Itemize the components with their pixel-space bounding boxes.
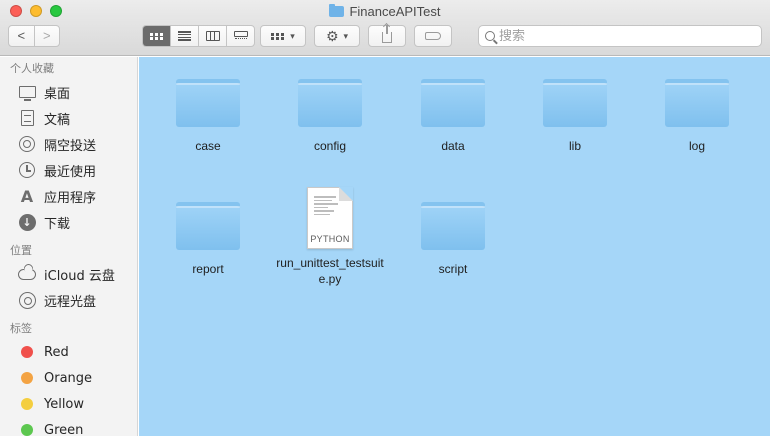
chevron-down-icon: ▾	[290, 30, 295, 41]
python-file-icon: PYTHON	[307, 187, 353, 249]
yellow-tag-dot	[21, 398, 33, 410]
file-name: lib	[568, 139, 581, 153]
sidebar-section-favorites: 个人收藏	[10, 62, 54, 75]
file-name: case	[195, 139, 221, 153]
list-view-icon	[178, 31, 191, 41]
file-name: data	[441, 139, 465, 153]
file-item-run-unittest-testsuite[interactable]: PYTHON run_unittest_testsuite.py	[267, 187, 393, 287]
green-tag-dot	[21, 424, 33, 436]
sidebar-item-documents[interactable]: 文稿	[0, 105, 137, 131]
sidebar-item-label: 桌面	[44, 86, 71, 102]
sidebar-item-label: 隔空投送	[44, 138, 97, 154]
search-input[interactable]	[499, 28, 739, 44]
disc-icon	[18, 291, 36, 309]
column-view-button[interactable]	[198, 26, 226, 46]
forward-button[interactable]: >	[35, 26, 60, 46]
python-badge: PYTHON	[310, 234, 350, 244]
sidebar: 个人收藏 桌面 文稿 隔空投送 最近使用 A 应用程序 ↓ 下载 位置 iClo…	[0, 57, 138, 436]
sidebar-item-recents[interactable]: 最近使用	[0, 157, 137, 183]
gear-icon: ⚙	[325, 27, 339, 44]
desktop-icon	[18, 86, 36, 101]
file-item-script[interactable]: script	[395, 202, 511, 277]
cloud-icon	[18, 268, 36, 280]
folder-icon	[543, 79, 607, 127]
sidebar-item-applications[interactable]: A 应用程序	[0, 183, 137, 209]
file-item-data[interactable]: data	[395, 79, 511, 154]
sidebar-item-label: 最近使用	[44, 164, 97, 180]
list-view-button[interactable]	[170, 26, 198, 46]
sidebar-item-label: 应用程序	[44, 190, 97, 206]
sidebar-item-icloud-drive[interactable]: iCloud 云盘	[0, 261, 137, 287]
action-menu-button[interactable]: ⚙ ▾	[314, 25, 360, 47]
sidebar-item-label: Yellow	[44, 396, 85, 412]
sidebar-item-label: Orange	[44, 370, 93, 386]
column-view-icon	[205, 31, 220, 41]
group-grid-icon	[271, 32, 285, 40]
window-title: FinanceAPITest	[0, 3, 770, 21]
edit-tags-button[interactable]	[414, 25, 452, 47]
folder-icon	[329, 4, 345, 17]
sidebar-item-downloads[interactable]: ↓ 下载	[0, 209, 137, 235]
folder-icon	[176, 202, 240, 250]
title-bar: FinanceAPITest < > ▾ ⚙ ▾	[0, 0, 770, 56]
download-icon: ↓	[18, 213, 36, 231]
share-icon	[382, 25, 392, 43]
sidebar-item-label: Green	[44, 422, 84, 436]
chevron-down-icon: ▾	[343, 30, 349, 41]
navigation-buttons: < >	[8, 25, 60, 47]
file-name: script	[438, 262, 468, 276]
file-item-log[interactable]: log	[639, 79, 755, 154]
folder-icon	[421, 79, 485, 127]
search-field[interactable]	[478, 25, 762, 47]
sidebar-item-tag-red[interactable]: Red	[0, 339, 137, 365]
sidebar-item-label: Red	[44, 344, 69, 360]
sidebar-section-locations: 位置	[10, 244, 32, 257]
sidebar-item-remote-disc[interactable]: 远程光盘	[0, 287, 137, 313]
file-name: config	[313, 139, 347, 153]
group-by-button[interactable]: ▾	[260, 25, 306, 47]
folder-icon	[665, 79, 729, 127]
file-item-case[interactable]: case	[150, 79, 266, 154]
back-button[interactable]: <	[9, 26, 34, 46]
sidebar-item-tag-yellow[interactable]: Yellow	[0, 391, 137, 417]
airdrop-icon	[19, 136, 35, 152]
icon-view-icon	[150, 32, 163, 40]
folder-icon	[421, 202, 485, 250]
file-item-config[interactable]: config	[272, 79, 388, 154]
sidebar-item-label: iCloud 云盘	[44, 268, 115, 284]
red-tag-dot	[21, 346, 33, 358]
sidebar-item-desktop[interactable]: 桌面	[0, 79, 137, 105]
gallery-view-icon	[233, 31, 248, 41]
search-icon	[485, 31, 495, 41]
orange-tag-dot	[21, 372, 33, 384]
sidebar-item-tag-green[interactable]: Green	[0, 417, 137, 436]
view-mode-selector	[142, 25, 255, 47]
sidebar-item-airdrop[interactable]: 隔空投送	[0, 131, 137, 157]
clock-icon	[19, 162, 35, 178]
window-title-text: FinanceAPITest	[349, 4, 441, 19]
sidebar-item-label: 远程光盘	[44, 294, 97, 310]
sidebar-item-label: 下载	[44, 216, 71, 232]
icon-view-button[interactable]	[143, 26, 170, 46]
folder-icon	[298, 79, 362, 127]
file-item-lib[interactable]: lib	[517, 79, 633, 154]
sidebar-section-tags: 标签	[10, 322, 32, 335]
share-button[interactable]	[368, 25, 406, 47]
folder-icon	[176, 79, 240, 127]
applications-icon: A	[20, 186, 34, 206]
tag-icon	[425, 32, 441, 40]
gallery-view-button[interactable]	[226, 26, 254, 46]
document-icon	[20, 110, 34, 126]
sidebar-item-tag-orange[interactable]: Orange	[0, 365, 137, 391]
file-item-report[interactable]: report	[150, 202, 266, 277]
file-name: log	[688, 139, 705, 153]
sidebar-item-label: 文稿	[44, 112, 71, 128]
file-browser-content: case config data lib log report PYTHON r…	[139, 57, 770, 436]
file-name: report	[192, 262, 224, 276]
file-name: run_unittest_testsuite.py	[276, 256, 384, 286]
